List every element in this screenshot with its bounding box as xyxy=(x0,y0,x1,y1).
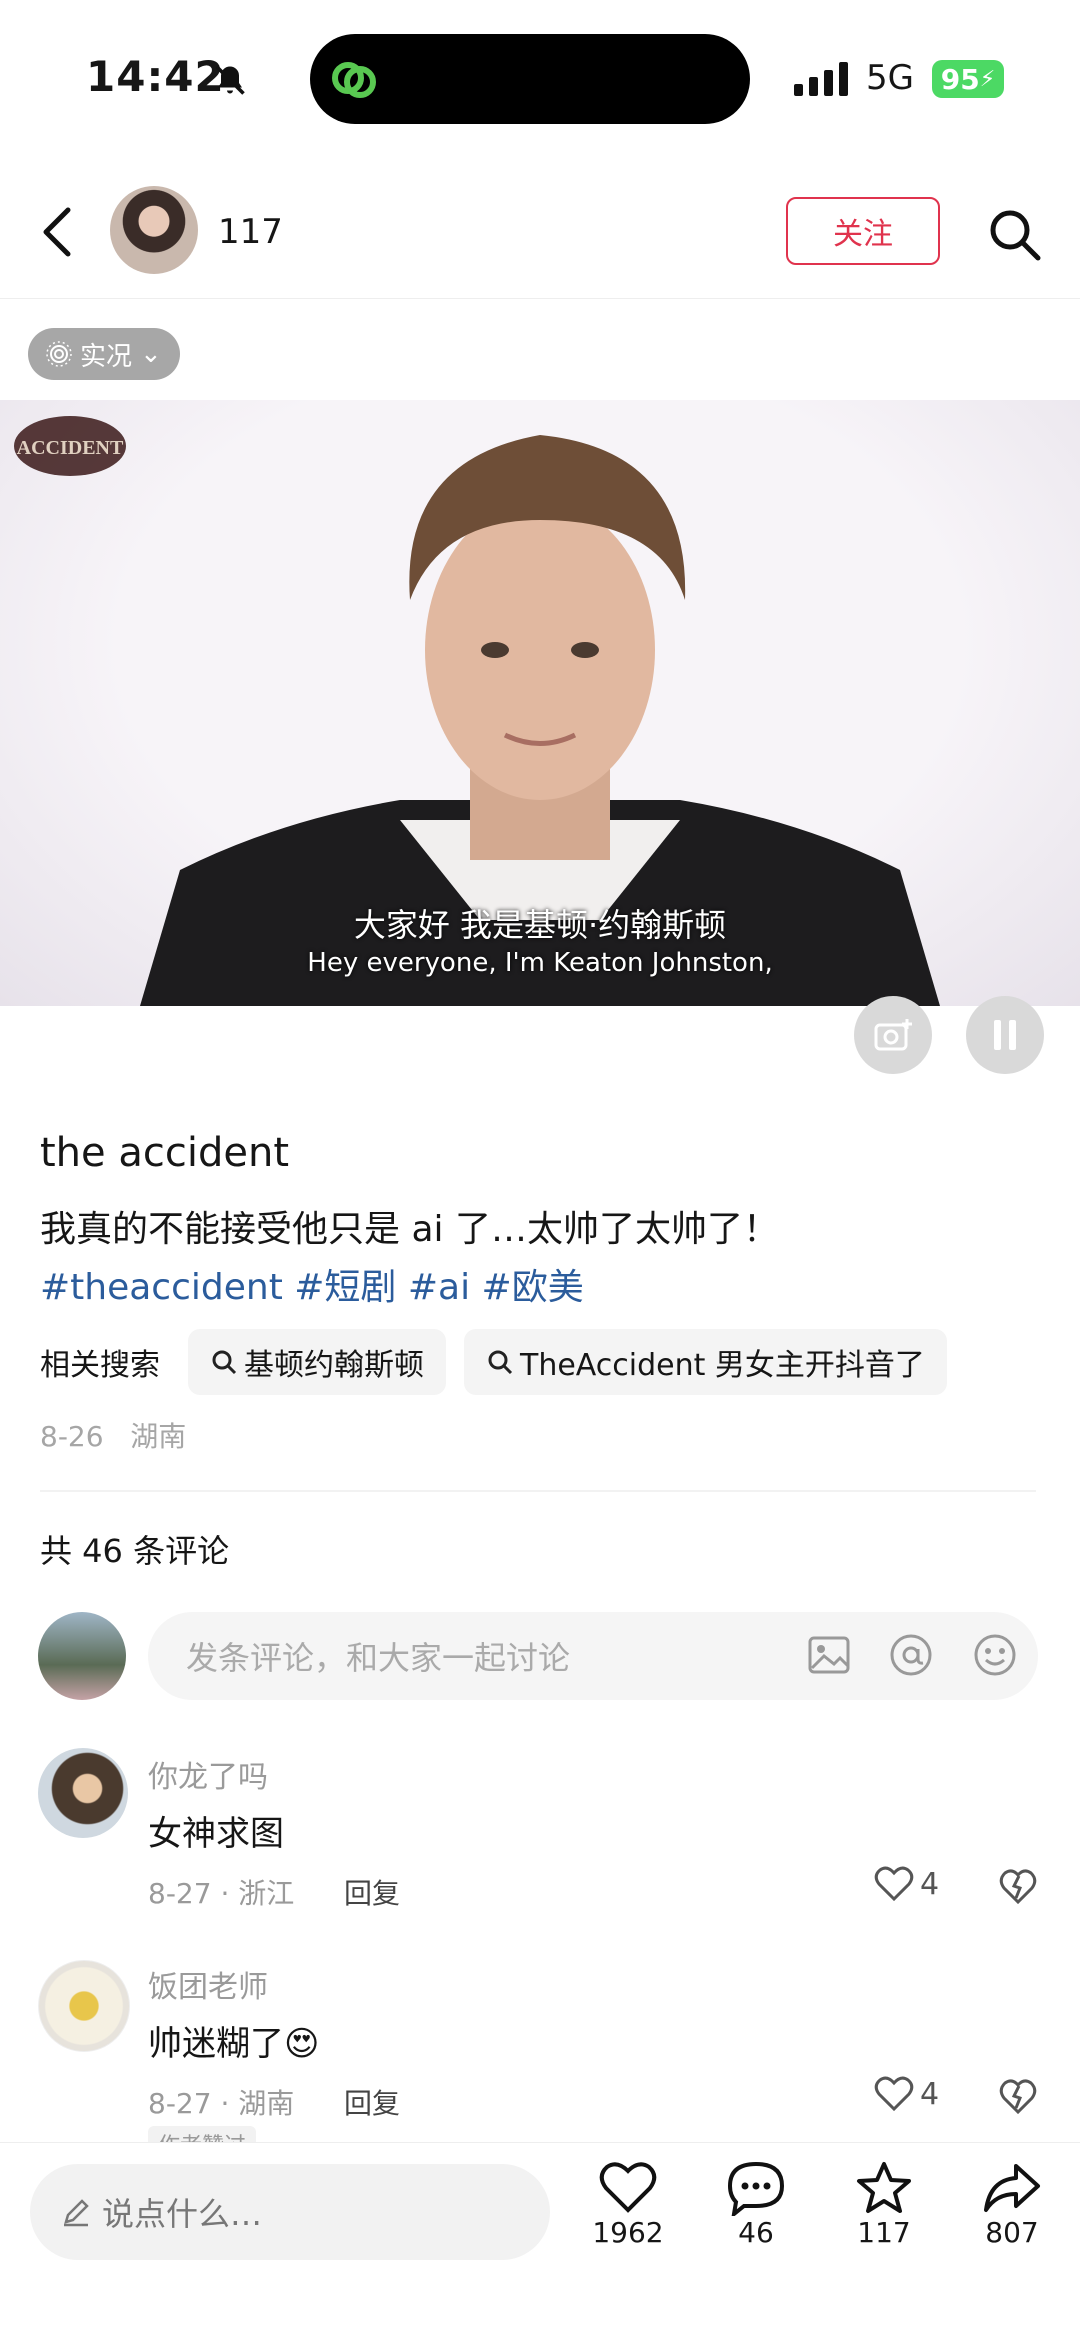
reply-button[interactable]: 回复 xyxy=(344,1872,400,1912)
network-label: 5G xyxy=(866,58,914,98)
favorite-button[interactable]: 117 xyxy=(829,2160,939,2249)
post-date: 8-26 xyxy=(40,1420,104,1453)
comment-input[interactable]: 发条评论，和大家一起讨论 xyxy=(148,1612,1038,1700)
svg-text:ACCIDENT: ACCIDENT xyxy=(17,437,124,459)
chevron-down-icon: ⌄ xyxy=(140,339,162,369)
comment-input-placeholder: 发条评论，和大家一起讨论 xyxy=(186,1639,571,1677)
like-count: 1962 xyxy=(592,2216,664,2249)
heart-icon xyxy=(874,2076,914,2112)
bell-muted-icon xyxy=(215,65,245,95)
pencil-icon xyxy=(64,2199,89,2227)
live-photo-badge[interactable]: 实况 ⌄ xyxy=(28,328,180,380)
share-arrow-icon xyxy=(984,2164,1040,2212)
signal-icon xyxy=(794,62,848,96)
author-name[interactable]: 117 xyxy=(218,212,283,252)
related-search-chip[interactable]: TheAccident 男女主开抖音了 xyxy=(464,1329,947,1395)
dislike-icon[interactable] xyxy=(998,1866,1038,1906)
section-divider xyxy=(40,1490,1036,1492)
comment-count: 共 46 条评论 xyxy=(40,1532,230,1570)
commenter-avatar[interactable] xyxy=(38,1748,128,1838)
search-icon[interactable] xyxy=(986,206,1042,262)
post-meta: 8-26 湖南 xyxy=(40,1415,186,1455)
comment-button[interactable]: 46 xyxy=(701,2160,811,2249)
share-button[interactable]: 807 xyxy=(957,2160,1067,2249)
comment-like-button[interactable]: 4 xyxy=(874,2076,939,2112)
dynamic-island xyxy=(310,34,750,124)
bottom-comment-input[interactable]: 说点什么… xyxy=(30,2164,550,2260)
show-logo: ACCIDENT xyxy=(10,410,130,482)
camera-plus-icon xyxy=(874,1019,912,1051)
search-icon xyxy=(212,1350,237,1375)
battery-level: 95 xyxy=(940,62,980,96)
related-search-chip[interactable]: 基顿约翰斯顿 xyxy=(188,1329,446,1395)
related-search-text: TheAccident 男女主开抖音了 xyxy=(520,1348,925,1383)
related-search-label: 相关搜索 xyxy=(40,1348,160,1383)
image-icon[interactable] xyxy=(806,1632,852,1678)
pause-button[interactable] xyxy=(966,996,1044,1074)
author-avatar[interactable] xyxy=(110,186,198,274)
commenter-avatar[interactable] xyxy=(38,1960,130,2052)
status-time: 14:42 xyxy=(86,52,225,101)
heart-icon xyxy=(599,2162,657,2213)
related-search: 相关搜索 基顿约翰斯顿 TheAccident 男女主开抖音了 xyxy=(40,1329,947,1395)
screenshot-button[interactable] xyxy=(854,996,932,1074)
back-icon[interactable] xyxy=(38,204,78,260)
comment-bubble-icon xyxy=(727,2161,785,2216)
battery-indicator: 95 ⚡ xyxy=(932,60,1004,98)
star-icon xyxy=(857,2162,911,2213)
post-title: the accident xyxy=(40,1130,290,1176)
comment-like-button[interactable]: 4 xyxy=(874,1866,939,1902)
heart-icon xyxy=(874,1866,914,1902)
search-icon xyxy=(488,1350,513,1375)
favorite-count: 117 xyxy=(857,2216,911,2249)
comment-meta: 8-27 · 浙江 xyxy=(148,1877,295,1910)
like-button[interactable]: 1962 xyxy=(573,2160,683,2249)
dislike-icon[interactable] xyxy=(998,2076,1038,2116)
related-search-text: 基顿约翰斯顿 xyxy=(244,1348,424,1383)
live-photo-icon xyxy=(46,341,72,367)
comment-count-bottom: 46 xyxy=(738,2216,774,2249)
comment-meta: 8-27 · 湖南 xyxy=(148,2087,295,2120)
post-hashtags[interactable]: #theaccident #短剧 #ai #欧美 xyxy=(40,1258,584,1310)
reply-button[interactable]: 回复 xyxy=(344,2082,400,2122)
commenter-name[interactable]: 你龙了吗 xyxy=(148,1752,268,1796)
subtitle-english: Hey everyone, I'm Keaton Johnston, xyxy=(307,948,773,978)
mention-icon[interactable] xyxy=(888,1632,934,1678)
post-description: 我真的不能接受他只是 ai 了…太帅了太帅了！ xyxy=(40,1209,779,1250)
share-count: 807 xyxy=(985,2216,1039,2249)
comment-text: 帅迷糊了😍 xyxy=(148,2024,320,2064)
follow-button[interactable]: 关注 xyxy=(786,197,940,265)
app-link-icon xyxy=(332,62,376,98)
comment-text: 女神求图 xyxy=(148,1814,284,1854)
subtitle-chinese: 大家好 我是基顿·约翰斯顿 xyxy=(353,906,727,944)
comment-like-count: 4 xyxy=(920,2076,940,2112)
emoji-icon[interactable] xyxy=(972,1632,1018,1678)
post-location: 湖南 xyxy=(130,1420,187,1453)
comment-like-count: 4 xyxy=(920,1866,940,1902)
commenter-name[interactable]: 饭团老师 xyxy=(148,1962,268,2006)
my-avatar xyxy=(38,1612,126,1700)
bottom-input-placeholder: 说点什么… xyxy=(102,2195,263,2233)
video-player[interactable]: ACCIDENT 大家好 我是基顿·约翰斯顿 Hey everyone, I'm… xyxy=(0,400,1080,1006)
header-divider xyxy=(0,298,1080,299)
live-photo-label: 实况 xyxy=(80,341,133,372)
pause-icon xyxy=(994,1020,1016,1050)
